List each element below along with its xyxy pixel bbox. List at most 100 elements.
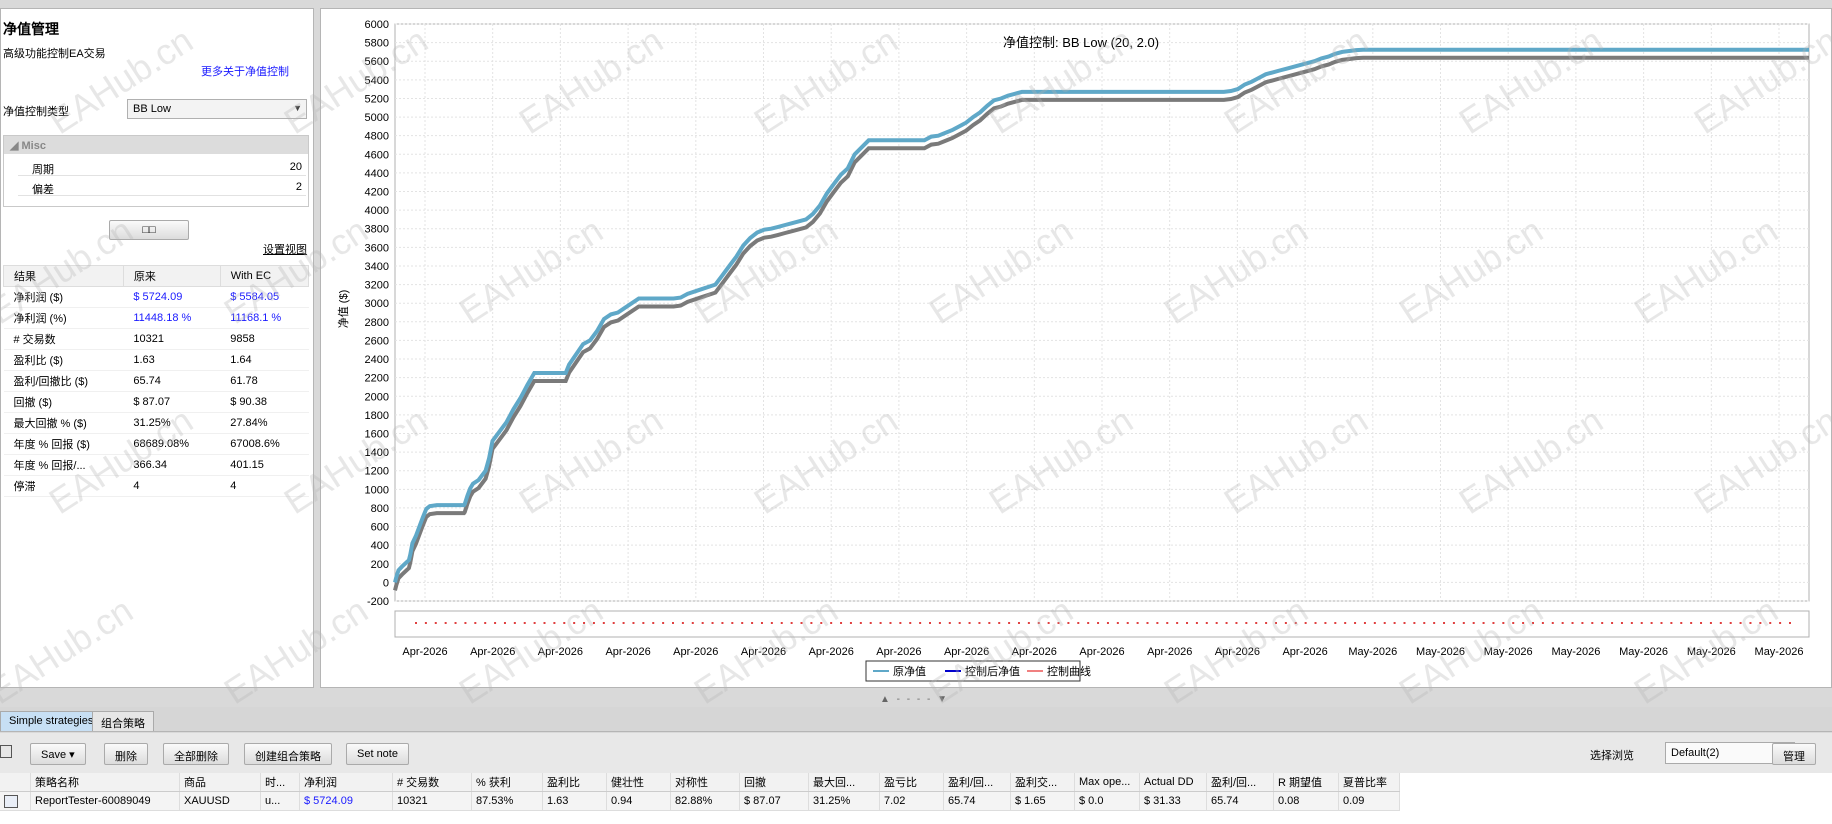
select-all-checkbox[interactable] xyxy=(0,745,12,758)
table-row[interactable]: ReportTester-60089049 XAUUSD u... $ 5724.09… xyxy=(0,791,1400,811)
column-header[interactable]: 对称性 xyxy=(670,773,740,792)
delete-all-button[interactable]: 全部删除 xyxy=(163,743,229,765)
set-note-button[interactable]: Set note xyxy=(346,743,409,765)
column-header[interactable]: 夏普比率 xyxy=(1338,773,1400,792)
y-tick-label: 600 xyxy=(371,522,389,534)
stats-cell: 61.78 xyxy=(220,370,309,392)
column-header[interactable]: 盈利/回... xyxy=(943,773,1011,792)
results-table-area: 策略名称 商品 时... 净利润 # 交易数% 获利 盈利比 健壮性 对称性 回撤 最大回... 盈… xyxy=(0,773,1832,824)
column-header[interactable]: 策略名称 xyxy=(30,773,180,792)
stats-cell: 盈利比 ($) xyxy=(3,349,124,371)
signal-strip xyxy=(394,610,1810,638)
collapse-triangle-icon: ◢ xyxy=(10,140,22,152)
column-header[interactable]: Max ope... xyxy=(1074,773,1140,792)
ec-type-select[interactable]: BB Low ▼ xyxy=(127,99,307,119)
column-header[interactable]: % 获利 xyxy=(471,773,543,792)
set-view-link[interactable]: 设置视图 xyxy=(263,241,307,257)
column-header[interactable]: 回撤 xyxy=(739,773,809,792)
column-header[interactable]: 净利润 xyxy=(299,773,393,792)
stats-row: 最大回撤 % ($) 31.25% 27.84% xyxy=(3,412,309,434)
y-tick-label: 6000 xyxy=(365,19,389,31)
stats-cell: 回撤 ($) xyxy=(3,391,124,413)
x-tick-label: May-2026 xyxy=(1551,646,1600,658)
stats-cell: $ 5584.05 xyxy=(220,286,309,308)
stats-row: 年度 % 回报 ($) 68689.08% 67008.6% xyxy=(3,433,309,455)
table-cell: ReportTester-60089049 xyxy=(30,791,180,811)
stats-row: # 交易数 10321 9858 xyxy=(3,328,309,350)
create-combo-strategy-button[interactable]: 创建组合策略 xyxy=(244,743,332,765)
delete-button[interactable]: 删除 xyxy=(104,743,148,765)
x-tick-label: Apr-2026 xyxy=(1012,646,1057,658)
stats-cell: 31.25% xyxy=(123,412,221,434)
column-header[interactable] xyxy=(0,773,31,792)
x-tick-label: May-2026 xyxy=(1348,646,1397,658)
stats-cell: 净利润 ($) xyxy=(3,286,124,308)
column-header[interactable]: 商品 xyxy=(179,773,261,792)
stats-header-cell[interactable]: 原来 xyxy=(122,265,221,287)
column-header[interactable]: 健壮性 xyxy=(606,773,671,792)
y-tick-label: 2400 xyxy=(365,354,389,366)
misc-header[interactable]: ◢ Misc xyxy=(4,136,308,154)
tab-simple-strategies[interactable]: Simple strategies xyxy=(0,711,103,731)
stats-cell: 67008.6% xyxy=(220,433,309,455)
table-cell: $ 1.65 xyxy=(1010,791,1075,811)
misc-value[interactable]: 2 xyxy=(296,181,302,193)
table-cell: $ 87.07 xyxy=(739,791,809,811)
legend-label: 控制曲线 xyxy=(1047,664,1091,678)
row-checkbox[interactable] xyxy=(4,794,18,808)
y-tick-label: 4600 xyxy=(365,149,389,161)
stats-cell: 68689.08% xyxy=(123,433,221,455)
stats-cell: 9858 xyxy=(220,328,309,350)
y-tick-label: 4200 xyxy=(365,187,389,199)
x-tick-label: Apr-2026 xyxy=(470,646,515,658)
layout-button[interactable]: □□ xyxy=(109,220,189,240)
misc-value[interactable]: 20 xyxy=(290,161,302,173)
column-header[interactable]: 盈利交... xyxy=(1010,773,1075,792)
misc-row-period[interactable]: 周期 20 xyxy=(18,158,306,176)
y-tick-label: 1600 xyxy=(365,428,389,440)
column-header[interactable]: 盈亏比 xyxy=(879,773,944,792)
stats-row: 停滞 4 4 xyxy=(3,475,309,497)
save-button[interactable]: Save ▾ xyxy=(30,743,86,765)
y-tick-label: 5000 xyxy=(365,112,389,124)
stats-header-cell[interactable]: With EC xyxy=(219,265,310,287)
y-tick-label: 1200 xyxy=(365,466,389,478)
table-cell: 82.88% xyxy=(670,791,740,811)
chevron-down-icon: ▼ xyxy=(293,103,302,113)
splitter-handle[interactable]: ▲ - - - - ▼ xyxy=(880,694,949,705)
stats-cell: 盈利/回撤比 ($) xyxy=(3,370,124,392)
x-tick-label: Apr-2026 xyxy=(1282,646,1327,658)
table-cell: u... xyxy=(260,791,300,811)
y-tick-label: 2800 xyxy=(365,317,389,329)
stats-row: 回撤 ($) $ 87.07 $ 90.38 xyxy=(3,391,309,413)
stats-header-cell[interactable]: 结果 xyxy=(3,265,124,287)
y-tick-label: 200 xyxy=(371,559,389,571)
column-header[interactable]: 最大回... xyxy=(808,773,880,792)
legend-label: 原净值 xyxy=(893,664,926,678)
x-tick-label: Apr-2026 xyxy=(402,646,447,658)
stats-row: 盈利比 ($) 1.63 1.64 xyxy=(3,349,309,371)
column-header[interactable]: Actual DD xyxy=(1139,773,1207,792)
column-header[interactable]: 盈利/回... xyxy=(1206,773,1274,792)
stats-cell: $ 5724.09 xyxy=(123,286,221,308)
misc-row-deviation[interactable]: 偏差 2 xyxy=(18,178,306,196)
more-about-equity-control-link[interactable]: 更多关于净值控制 xyxy=(201,63,289,79)
y-tick-label: 0 xyxy=(383,577,389,589)
stats-cell: 年度 % 回报 ($) xyxy=(3,433,124,455)
stats-row: 净利润 (%) 11448.18 % 11168.1 % xyxy=(3,307,309,329)
stats-cell: 10321 xyxy=(123,328,221,350)
column-header[interactable]: R 期望值 xyxy=(1273,773,1339,792)
table-cell: 0.09 xyxy=(1338,791,1400,811)
column-header[interactable]: 盈利比 xyxy=(542,773,607,792)
manage-button[interactable]: 管理 xyxy=(1772,743,1816,765)
toolbar: Save ▾ 删除 全部删除 创建组合策略 Set note 选择浏览 Defa… xyxy=(0,733,1832,773)
results-table: 策略名称 商品 时... 净利润 # 交易数% 获利 盈利比 健壮性 对称性 回撤 最大回... 盈… xyxy=(0,773,1400,811)
x-tick-label: Apr-2026 xyxy=(876,646,921,658)
legend-label: 控制后净值 xyxy=(965,664,1020,678)
column-header[interactable]: # 交易数 xyxy=(392,773,472,792)
column-header[interactable]: 时... xyxy=(260,773,300,792)
panel-subtitle: 高级功能控制EA交易 xyxy=(3,48,106,60)
table-cell: $ 5724.09 xyxy=(299,791,393,811)
tab-combo-strategies[interactable]: 组合策略 xyxy=(92,711,154,731)
row-checkbox-cell[interactable] xyxy=(0,791,31,811)
